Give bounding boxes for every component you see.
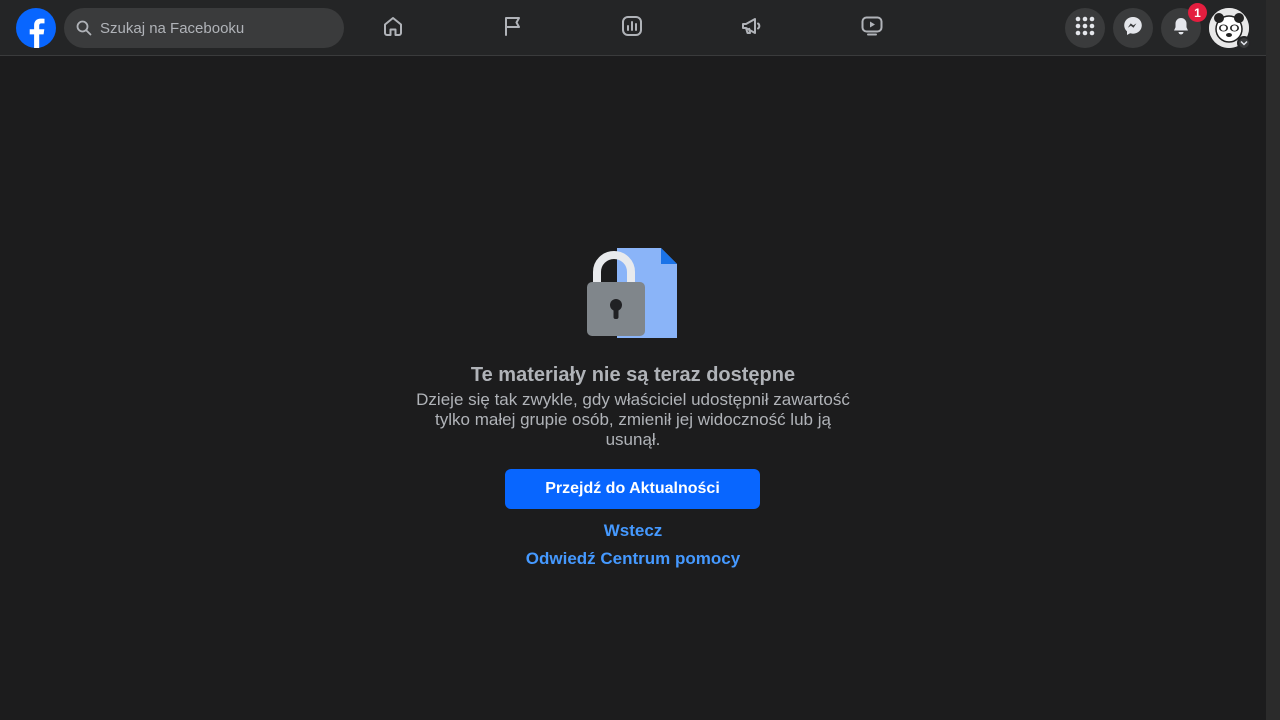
bell-icon: [1171, 16, 1191, 41]
tab-watch[interactable]: [852, 8, 892, 48]
search-box[interactable]: [64, 8, 344, 48]
locked-document-icon: [585, 246, 681, 338]
page-scrollbar[interactable]: [1266, 0, 1280, 720]
facebook-logo-icon[interactable]: [16, 8, 56, 48]
tab-home[interactable]: [373, 8, 413, 48]
megaphone-icon: [740, 14, 764, 43]
chevron-down-icon: [1237, 36, 1251, 50]
top-navigation-bar: 1: [0, 0, 1266, 56]
notifications-button[interactable]: 1: [1161, 3, 1207, 48]
help-center-link[interactable]: Odwiedź Centrum pomocy: [0, 549, 1266, 569]
page-description: Dzieje się tak zwykle, gdy właściciel ud…: [416, 390, 850, 449]
account-avatar[interactable]: [1209, 8, 1251, 50]
search-icon: [76, 20, 92, 36]
tab-pages[interactable]: [493, 8, 533, 48]
chart-icon: [620, 14, 644, 43]
content-unavailable-panel: Te materiały nie są teraz dostępne Dziej…: [0, 56, 1266, 720]
notification-count-badge: 1: [1188, 3, 1207, 22]
messenger-icon: [1123, 16, 1143, 41]
messenger-button[interactable]: [1113, 8, 1153, 48]
flag-icon: [501, 14, 525, 43]
menu-button[interactable]: [1065, 8, 1105, 48]
search-input[interactable]: [100, 19, 320, 37]
page-title: Te materiały nie są teraz dostępne: [470, 364, 796, 386]
go-to-feed-button[interactable]: Przejdź do Aktualności: [505, 469, 760, 509]
grid-menu-icon: [1075, 16, 1095, 41]
back-link[interactable]: Wstecz: [0, 521, 1266, 541]
video-icon: [860, 14, 884, 43]
tab-ads-manager[interactable]: [612, 8, 652, 48]
tab-advertise[interactable]: [732, 8, 772, 48]
home-icon: [381, 14, 405, 43]
